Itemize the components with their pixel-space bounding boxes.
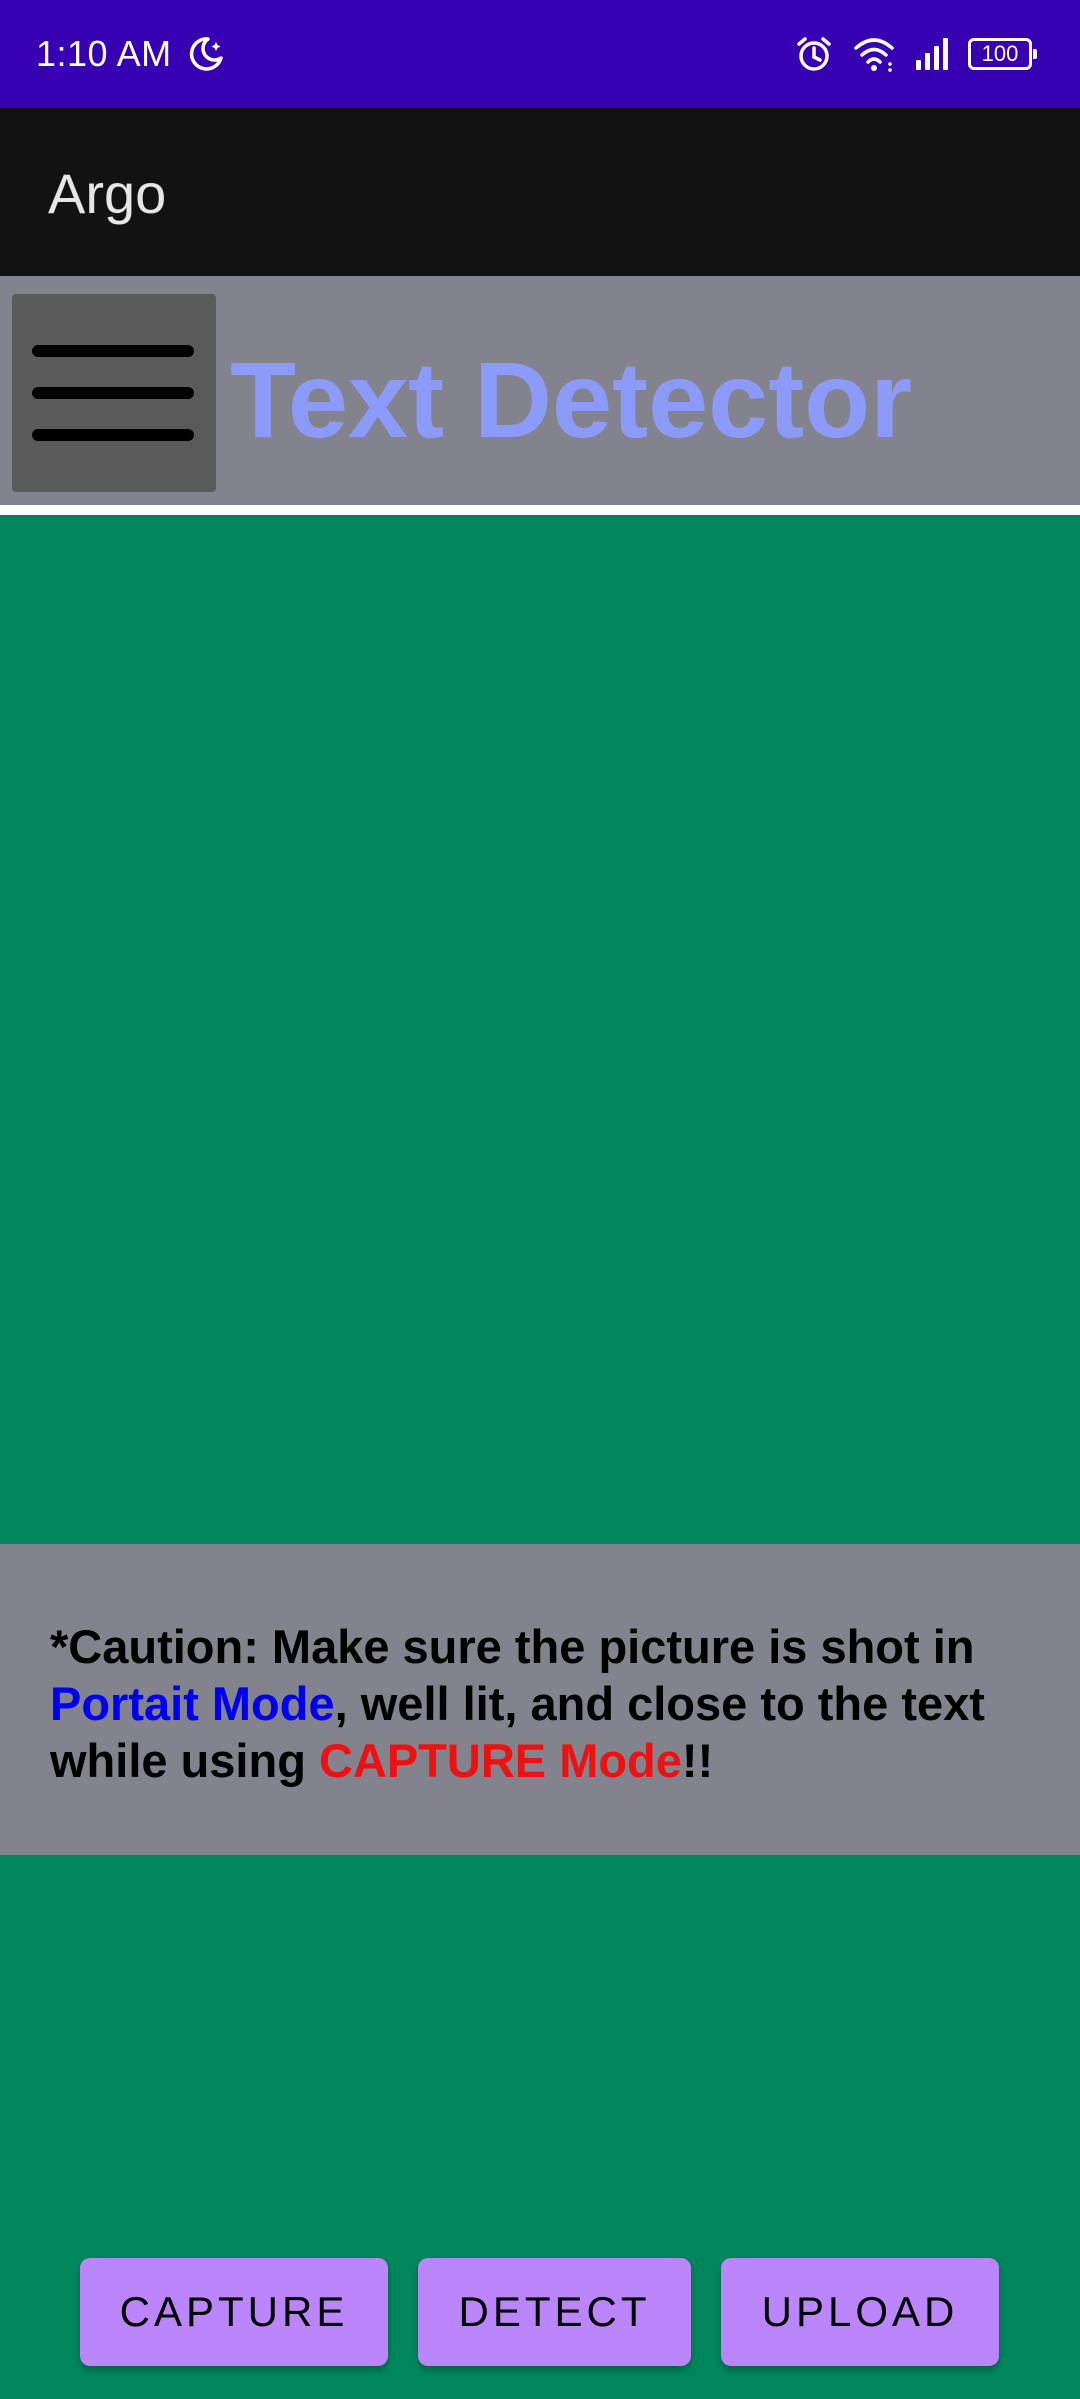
- app-bar: Argo: [0, 108, 1080, 276]
- capture-button[interactable]: CAPTURE: [80, 2258, 388, 2366]
- caution-text: *Caution: Make sure the picture is shot …: [50, 1618, 1050, 1789]
- detect-button[interactable]: DETECT: [418, 2258, 691, 2366]
- signal-icon: [914, 36, 950, 72]
- upload-button[interactable]: UPLOAD: [721, 2258, 999, 2366]
- alarm-icon: [794, 34, 834, 74]
- app-title: Argo: [48, 162, 167, 225]
- status-time: 1:10 AM: [36, 33, 172, 74]
- moon-icon: [186, 34, 226, 74]
- divider: [0, 505, 1080, 515]
- hamburger-icon: [32, 345, 194, 441]
- caution-text-part1: *Caution: Make sure the picture is shot …: [50, 1620, 975, 1673]
- status-bar: 1:10 AM 100: [0, 0, 1080, 108]
- status-icons: 100: [794, 30, 1037, 78]
- battery-icon: 100: [968, 38, 1037, 70]
- caution-highlight-capture: CAPTURE Mode: [318, 1734, 682, 1787]
- caution-highlight-portrait: Portait Mode: [50, 1677, 335, 1730]
- caution-text-part3: !!: [681, 1734, 714, 1787]
- menu-button[interactable]: [12, 294, 216, 492]
- screen-title: Text Detector: [230, 339, 913, 460]
- wifi-icon: [852, 34, 896, 74]
